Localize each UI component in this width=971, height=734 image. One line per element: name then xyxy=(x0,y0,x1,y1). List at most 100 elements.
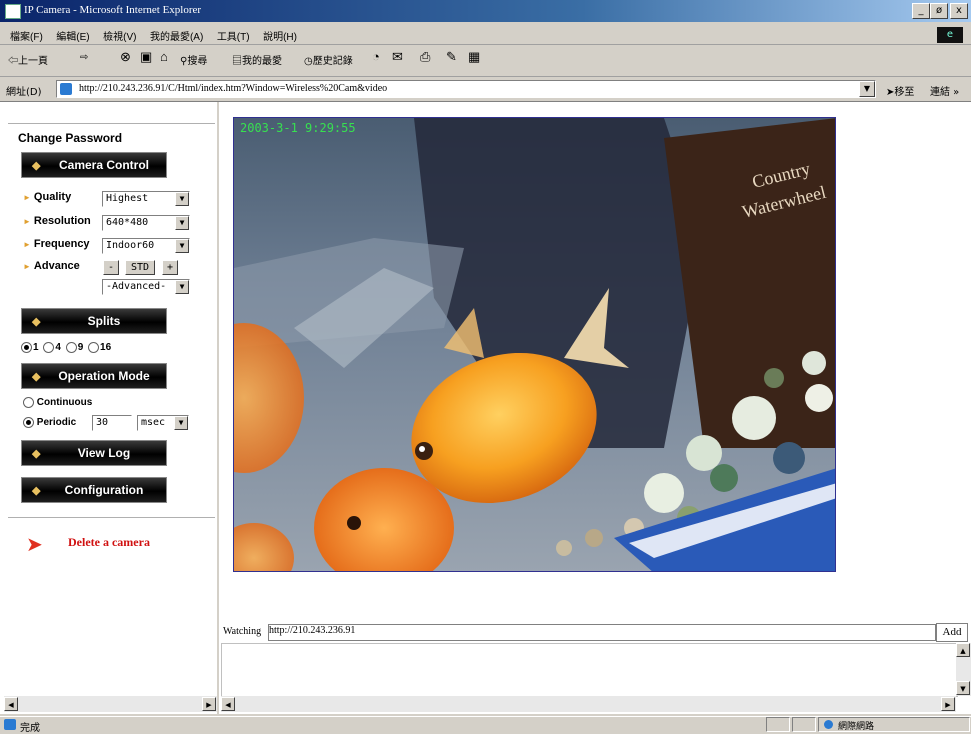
favorites-button[interactable]: ▤我的最愛 xyxy=(232,52,282,67)
mode-periodic-option[interactable]: Periodic xyxy=(23,417,76,428)
scroll-right-icon[interactable]: ▶ xyxy=(941,697,955,711)
search-button[interactable]: ⚲搜尋 xyxy=(180,52,207,67)
sidebar-horizontal-scrollbar[interactable]: ◀ ▶ xyxy=(4,696,217,712)
advance-plus-button[interactable]: + xyxy=(162,260,178,275)
splits-button[interactable]: ◆ Splits xyxy=(21,308,167,334)
periodic-interval-input[interactable]: 30 xyxy=(92,415,132,431)
advance-label: ► Advance xyxy=(23,260,80,272)
frequency-select[interactable]: Indoor60 ▼ xyxy=(102,238,190,254)
split-radio-16[interactable] xyxy=(88,342,100,353)
periodic-unit-select[interactable]: msec ▼ xyxy=(137,415,189,431)
home-icon[interactable]: ⌂ xyxy=(160,49,168,64)
frequency-value: Indoor60 xyxy=(106,240,155,251)
go-button[interactable]: ➤移至 xyxy=(886,83,914,98)
window-title: IP Camera - Microsoft Internet Explorer xyxy=(24,4,202,16)
split-radio-1[interactable] xyxy=(21,342,32,353)
ie-window-icon[interactable] xyxy=(5,4,21,19)
arrow-icon: ◆ xyxy=(32,371,41,383)
arrow-icon: ◆ xyxy=(32,485,41,497)
advance-minus-button[interactable]: - xyxy=(103,260,119,275)
continuous-label: Continuous xyxy=(36,397,93,409)
menu-file[interactable]: 檔案(F) xyxy=(10,28,43,43)
links-button[interactable]: 連結 » xyxy=(930,83,959,98)
continuous-radio[interactable] xyxy=(23,397,34,408)
chevron-down-icon[interactable]: ▼ xyxy=(175,280,189,294)
chevron-down-icon[interactable]: ▼ xyxy=(175,239,189,253)
page-icon xyxy=(60,83,72,95)
chevron-down-icon[interactable]: ▼ xyxy=(175,192,189,206)
refresh-icon[interactable]: ▣ xyxy=(140,49,152,65)
print-icon[interactable]: ⎙ xyxy=(420,49,430,65)
scroll-right-icon[interactable]: ▶ xyxy=(202,697,216,711)
arrow-icon: ◆ xyxy=(32,316,41,328)
bullet-icon: ► xyxy=(23,217,31,226)
content-horizontal-scrollbar[interactable]: ◀ ▶ xyxy=(221,696,956,712)
maximize-button[interactable]: ø xyxy=(930,3,948,19)
address-input[interactable]: http://210.243.236.91/C/Html/index.htm?W… xyxy=(56,80,876,98)
red-chevron-icon: ➤ xyxy=(26,532,43,556)
quality-label: ► Quality xyxy=(23,191,72,203)
advanced-select[interactable]: -Advanced- ▼ xyxy=(102,279,190,295)
periodic-radio[interactable] xyxy=(23,417,34,428)
discuss-icon[interactable]: ▦ xyxy=(468,49,480,65)
split-radio-9[interactable] xyxy=(65,342,77,353)
back-button[interactable]: ⇦上一頁 xyxy=(8,52,48,67)
camera-timestamp: 2003-3-1 9:29:55 xyxy=(240,121,356,135)
periodic-label: Periodic xyxy=(36,417,77,429)
address-label: 網址(D) xyxy=(6,87,42,98)
address-dropdown-icon[interactable]: ▼ xyxy=(859,81,875,97)
advanced-value: -Advanced- xyxy=(106,281,167,292)
sidebar-divider-top xyxy=(8,123,215,124)
split-label-16: 16 xyxy=(100,342,112,354)
resolution-select[interactable]: 640*480 ▼ xyxy=(102,215,190,231)
scroll-down-icon[interactable]: ▼ xyxy=(956,681,970,695)
menu-edit[interactable]: 編輯(E) xyxy=(56,28,89,43)
menu-help[interactable]: 說明(H) xyxy=(263,28,297,43)
frequency-label: ► Frequency xyxy=(23,238,90,250)
operation-mode-button[interactable]: ◆ Operation Mode xyxy=(21,363,167,389)
change-password-link[interactable]: Change Password xyxy=(18,131,122,145)
split-label-9: 9 xyxy=(77,342,84,354)
camera-control-button[interactable]: ◆ Camera Control xyxy=(21,152,167,178)
bullet-icon: ► xyxy=(23,262,31,271)
split-radio-4[interactable] xyxy=(43,342,55,353)
history-label: 歷史記錄 xyxy=(312,56,353,67)
view-log-button[interactable]: ◆ View Log xyxy=(21,440,167,466)
close-button[interactable]: x xyxy=(950,3,968,19)
chevron-down-icon[interactable]: ▼ xyxy=(174,416,188,430)
delete-camera-link[interactable]: ➤ Delete a camera xyxy=(26,532,150,556)
search-label: 搜尋 xyxy=(187,56,208,67)
menu-view[interactable]: 檢視(V) xyxy=(103,28,136,43)
menu-favorites[interactable]: 我的最愛(A) xyxy=(150,28,203,43)
scroll-up-icon[interactable]: ▲ xyxy=(956,643,970,657)
mode-continuous-option[interactable]: Continuous xyxy=(23,397,92,408)
standard-toolbar: ⇦上一頁 ⇨ ⊗ ▣ ⌂ ⚲搜尋 ▤我的最愛 ◷歷史記錄 ◔ ✉ ⎙ ✎ ▦ xyxy=(0,46,971,77)
view-log-label: View Log xyxy=(77,446,131,460)
mail-icon[interactable]: ✉ xyxy=(392,49,403,65)
scroll-left-icon[interactable]: ◀ xyxy=(4,697,18,711)
advance-std-button[interactable]: STD xyxy=(125,260,155,275)
edit-icon[interactable]: ✎ xyxy=(446,49,457,65)
forward-icon[interactable]: ⇨ xyxy=(80,52,88,63)
go-label: 移至 xyxy=(894,87,915,98)
splits-label: Splits xyxy=(87,314,121,328)
minimize-button[interactable]: _ xyxy=(912,3,930,19)
configuration-button[interactable]: ◆ Configuration xyxy=(21,477,167,503)
channels-icon[interactable]: ◔ xyxy=(372,49,380,64)
watching-url-input[interactable]: http://210.243.236.91 xyxy=(268,624,936,641)
window-title-bar: IP Camera - Microsoft Internet Explorer … xyxy=(0,0,971,22)
arrow-icon: ◆ xyxy=(32,448,41,460)
log-text-area[interactable] xyxy=(221,643,958,697)
history-button[interactable]: ◷歷史記錄 xyxy=(304,52,353,67)
menu-tools[interactable]: 工具(T) xyxy=(217,28,250,43)
stop-icon[interactable]: ⊗ xyxy=(120,49,131,65)
zone-label: 網際網路 xyxy=(838,722,875,732)
add-button[interactable]: Add xyxy=(936,623,968,642)
address-bar: 網址(D) http://210.243.236.91/C/Html/index… xyxy=(0,77,971,102)
ie-throbber-icon: e xyxy=(937,27,963,43)
quality-select[interactable]: Highest ▼ xyxy=(102,191,190,207)
scroll-left-icon[interactable]: ◀ xyxy=(221,697,235,711)
log-vertical-scrollbar[interactable]: ▲ ▼ xyxy=(956,643,971,696)
split-label-1: 1 xyxy=(33,342,39,354)
chevron-down-icon[interactable]: ▼ xyxy=(175,216,189,230)
